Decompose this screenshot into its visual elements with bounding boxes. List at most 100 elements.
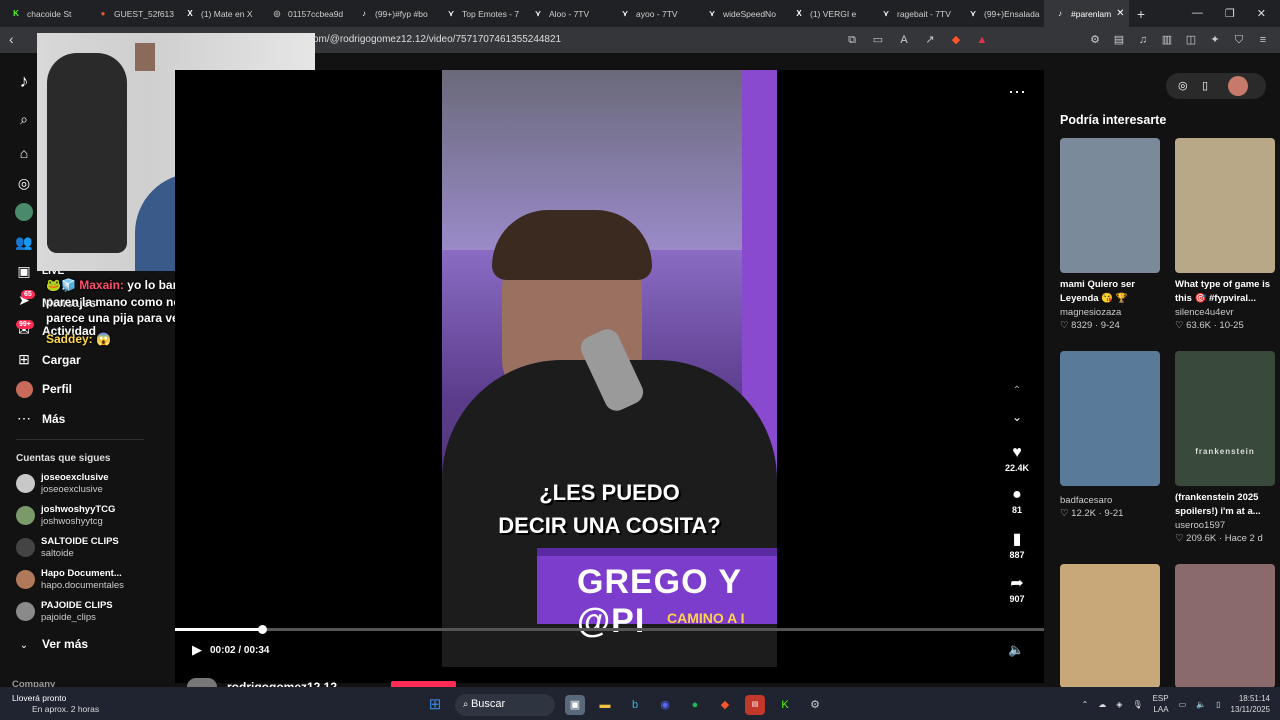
minimize-icon[interactable]: — — [1192, 7, 1203, 20]
wallet-icon[interactable]: ◫ — [1184, 33, 1198, 47]
progress-bar[interactable] — [175, 625, 1044, 634]
leo-icon[interactable]: ✦ — [1208, 33, 1222, 47]
comment-button[interactable]: ● 81 — [1003, 485, 1031, 515]
browser-tab[interactable]: ⋎ ragebait - 7TV — [870, 0, 957, 27]
url-field[interactable]: om/@rodrigogomez12.12/video/757170746135… — [313, 34, 561, 45]
browser-tab[interactable]: X (1) Mate en X — [174, 0, 261, 27]
followed-account[interactable]: joshwoshyyTCG joshwoshyytcg — [16, 504, 166, 530]
clock[interactable]: 18:51:14 13/11/2025 — [1231, 693, 1270, 715]
browser-tab[interactable]: X (1) VERGI e — [783, 0, 870, 27]
task-view-icon[interactable]: ▣ — [565, 695, 585, 715]
video-thumbnail[interactable] — [1060, 351, 1160, 486]
browser-tab[interactable]: ⋎ Top Emotes - 7 — [435, 0, 522, 27]
extension-icon[interactable]: ⚙ — [1088, 33, 1102, 47]
play-icon[interactable]: ▶ — [192, 642, 202, 658]
app-icon[interactable]: ▤ — [745, 695, 765, 715]
browser-tab[interactable]: ⋎ wideSpeedNo — [696, 0, 783, 27]
tiktok-logo-icon[interactable]: ♪ — [15, 71, 33, 91]
tab-close-icon[interactable]: ✕ — [1116, 8, 1124, 19]
home-icon[interactable]: ⌂ — [15, 144, 33, 162]
author-avatar[interactable] — [187, 678, 217, 687]
followed-account[interactable]: SALTOIDE CLIPS saltoide — [16, 536, 166, 562]
friends-avatar-icon[interactable] — [15, 203, 33, 221]
browser-tab[interactable]: ♪ (99+)#fyp #bo — [348, 0, 435, 27]
maximize-icon[interactable]: ❐ — [1225, 7, 1235, 20]
more-options-icon[interactable]: ⋯ — [1008, 82, 1026, 103]
share-button[interactable]: ➦ 907 — [1003, 574, 1031, 604]
taskbar-search[interactable]: ⌕ Buscar — [455, 694, 555, 716]
video-author[interactable]: silence4u4evr — [1175, 307, 1279, 318]
like-button[interactable]: ♥ 22.4K — [1003, 443, 1031, 473]
browser-tab[interactable]: ♪ #parenlam ✕ — [1044, 0, 1129, 27]
back-icon[interactable]: ‹ — [9, 31, 14, 47]
browser-tab[interactable]: ◎ 01157ccbea9d — [261, 0, 348, 27]
volume-icon[interactable]: 🔈 — [1008, 642, 1024, 658]
progress-knob[interactable] — [258, 625, 268, 634]
weather-widget[interactable]: Lloverá pronto En aprox. 2 horas — [12, 693, 99, 715]
new-tab-button[interactable]: + — [1129, 6, 1153, 22]
video-frame[interactable]: ¿LES PUEDO DECIR UNA COSITA? GREGO Y @PI… — [442, 70, 777, 667]
browser-tab[interactable]: Kchacoide St — [0, 0, 87, 27]
battery-icon[interactable]: ▯ — [1216, 700, 1220, 709]
vpn-icon[interactable]: ⛉ — [1232, 33, 1246, 47]
speaker-icon[interactable]: 🔈 — [1196, 700, 1206, 709]
windows-start-icon[interactable]: ⊞ — [425, 695, 445, 715]
chevron-down-icon[interactable]: ⌄ — [15, 636, 33, 654]
video-thumbnail[interactable] — [1060, 138, 1160, 273]
network-app-icon[interactable]: ◈ — [1116, 700, 1122, 709]
followed-account[interactable]: joseoexclusive joseoexclusive — [16, 472, 166, 498]
spotify-icon[interactable]: ● — [685, 695, 705, 715]
mic-icon[interactable]: 🎙 — [1132, 700, 1142, 709]
following-icon[interactable]: 👥 — [15, 233, 33, 251]
file-explorer-icon[interactable]: ▬ — [595, 695, 615, 715]
sidebar-item-profile[interactable]: Perfil — [42, 382, 72, 396]
brave-icon[interactable]: ◆ — [715, 695, 735, 715]
recommended-video-card[interactable]: frankenstein (frankenstein 2025 spoilers!… — [1175, 351, 1279, 544]
video-thumbnail[interactable] — [1175, 138, 1275, 273]
video-author[interactable]: useroo1597 — [1175, 520, 1279, 531]
brave-rewards-icon[interactable]: ▲ — [975, 33, 989, 47]
recommended-video-card[interactable] — [1175, 564, 1279, 688]
live-icon[interactable]: ▣ — [15, 262, 33, 280]
sidebar-item-more[interactable]: Más — [42, 412, 65, 426]
phone-icon[interactable]: ▯ — [1202, 79, 1208, 92]
music-icon[interactable]: ♫ — [1136, 33, 1150, 47]
bing-icon[interactable]: b — [625, 695, 645, 715]
translate-icon[interactable]: A — [897, 33, 911, 47]
video-thumbnail[interactable] — [1060, 564, 1160, 688]
compass-icon[interactable]: ◎ — [1178, 79, 1188, 92]
menu-icon[interactable]: ≡ — [1256, 33, 1270, 47]
recommended-video-card[interactable]: mami Quiero ser Leyenda 😘 🏆 magnesiozaza ♡… — [1060, 138, 1164, 331]
more-dots-icon[interactable]: ⋯ — [15, 409, 33, 427]
onedrive-icon[interactable]: ☁ — [1098, 700, 1106, 709]
recommended-video-card[interactable]: badfacesaro ♡ 12.2K · 9-21 — [1060, 351, 1164, 519]
close-window-icon[interactable]: ✕ — [1257, 7, 1266, 20]
video-player[interactable]: ¿LES PUEDO DECIR UNA COSITA? GREGO Y @PI… — [175, 70, 1044, 683]
tab-search-icon[interactable]: ▤ — [1112, 33, 1126, 47]
recommended-video-card[interactable] — [1060, 564, 1164, 688]
search-icon[interactable]: ⌕ — [15, 110, 33, 128]
kick-icon[interactable]: K — [775, 695, 795, 715]
video-author[interactable]: badfacesaro — [1060, 495, 1164, 506]
share-icon[interactable]: ↗ — [923, 33, 937, 47]
browser-tab[interactable]: ● GUEST_52f613 — [87, 0, 174, 27]
explore-icon[interactable]: ◎ — [15, 174, 33, 192]
brave-shield-icon[interactable]: ◆ — [949, 33, 963, 47]
tray-expand-icon[interactable]: ⌃ — [1082, 700, 1089, 709]
video-thumbnail[interactable]: frankenstein — [1175, 351, 1275, 486]
see-more-link[interactable]: Ver más — [42, 637, 88, 651]
followed-account[interactable]: PAJOIDE CLIPS pajoide_clips — [16, 600, 166, 626]
save-button[interactable]: ▮ 887 — [1003, 530, 1031, 560]
user-avatar[interactable] — [1228, 76, 1248, 96]
reader-icon[interactable]: ⧉ — [845, 33, 859, 47]
profile-avatar-icon[interactable] — [15, 380, 33, 398]
settings-icon[interactable]: ⚙ — [805, 695, 825, 715]
sidebar-icon[interactable]: ▥ — [1160, 33, 1174, 47]
sidebar-item-upload[interactable]: Cargar — [42, 353, 81, 367]
browser-tab[interactable]: ⋎ (99+)Ensalada — [957, 0, 1044, 27]
followed-account[interactable]: Hapo Document... hapo.documentales — [16, 568, 166, 594]
upload-icon[interactable]: ⊞ — [15, 350, 33, 368]
discord-icon[interactable]: ◉ — [655, 695, 675, 715]
language-indicator[interactable]: ESP LAA — [1153, 693, 1169, 715]
browser-tab[interactable]: ⋎ Aloo - 7TV — [522, 0, 609, 27]
